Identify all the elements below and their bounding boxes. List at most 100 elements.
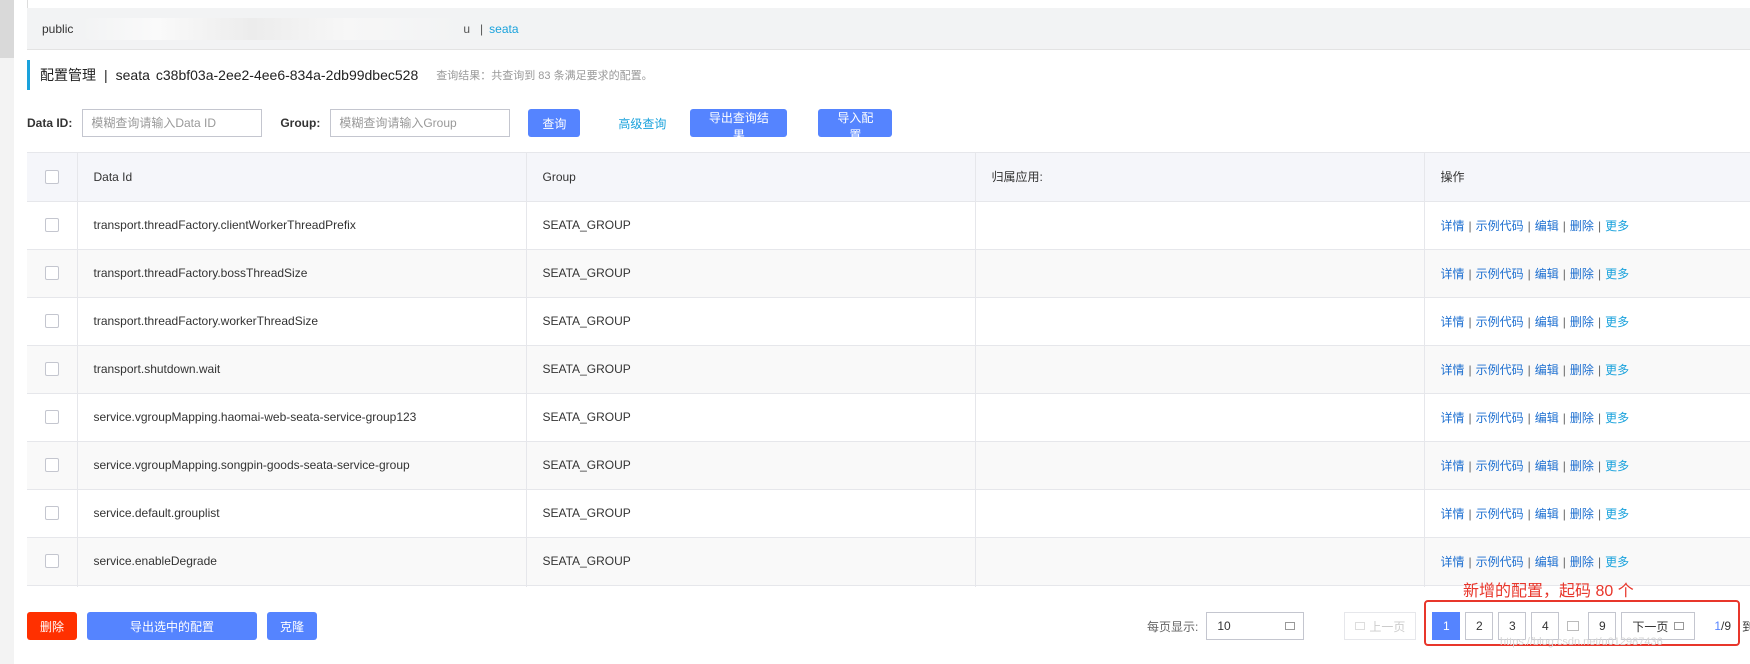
group-label: Group:	[280, 116, 321, 130]
detail-link[interactable]: 详情	[1441, 315, 1465, 329]
delete-selected-button[interactable]: 删除	[27, 612, 77, 640]
delete-link[interactable]: 删除	[1570, 363, 1594, 377]
sample-code-link[interactable]: 示例代码	[1476, 315, 1524, 329]
cell-group: SEATA_GROUP	[526, 441, 976, 490]
row-checkbox[interactable]	[44, 410, 59, 425]
namespace-bar: public u | seata	[27, 8, 1750, 50]
query-button[interactable]: 查询	[528, 109, 581, 137]
more-link[interactable]: 更多	[1605, 363, 1629, 377]
cell-data-id: transport.threadFactory.clientWorkerThre…	[77, 201, 527, 250]
sample-code-link[interactable]: 示例代码	[1476, 507, 1524, 521]
more-link[interactable]: 更多	[1605, 411, 1629, 425]
cell-data-id: service.vgroupMapping.haomai-web-seata-s…	[77, 393, 527, 442]
detail-link[interactable]: 详情	[1441, 219, 1465, 233]
row-checkbox[interactable]	[44, 314, 59, 329]
detail-link[interactable]: 详情	[1441, 267, 1465, 281]
table-row: transport.threadFactory.workerThreadSize…	[27, 297, 1750, 346]
delete-link[interactable]: 删除	[1570, 507, 1594, 521]
cell-ops: 详情 | 示例代码 | 编辑 | 删除 | 更多	[1424, 393, 1750, 442]
cell-ops: 详情 | 示例代码 | 编辑 | 删除 | 更多	[1424, 345, 1750, 394]
row-checkbox[interactable]	[44, 506, 59, 521]
detail-link[interactable]: 详情	[1441, 507, 1465, 521]
delete-link[interactable]: 删除	[1570, 315, 1594, 329]
edit-link[interactable]: 编辑	[1535, 267, 1559, 281]
delete-link[interactable]: 删除	[1570, 555, 1594, 569]
page-size-label: 每页显示:	[1147, 619, 1199, 634]
row-checkbox[interactable]	[44, 218, 59, 233]
namespace-seata[interactable]: seata	[489, 22, 518, 36]
import-config-button[interactable]: 导入配置	[818, 109, 893, 142]
table-header: Data Id Group 归属应用: 操作	[27, 153, 1750, 202]
cell-ops: 详情 | 示例代码 | 编辑 | 删除 | 更多	[1424, 201, 1750, 250]
prev-page-button[interactable]: 上一页	[1344, 612, 1417, 640]
page-size-value: 10	[1217, 619, 1231, 633]
title-namespace: seata	[115, 67, 150, 83]
detail-link[interactable]: 详情	[1441, 459, 1465, 473]
more-link[interactable]: 更多	[1605, 315, 1629, 329]
cell-app	[975, 249, 1425, 298]
row-checkbox[interactable]	[44, 362, 59, 377]
table-row: service.default.grouplist SEATA_GROUP 详情 | 示…	[27, 489, 1750, 538]
detail-link[interactable]: 详情	[1441, 555, 1465, 569]
column-header-app: 归属应用:	[975, 153, 1425, 202]
sample-code-link[interactable]: 示例代码	[1476, 555, 1524, 569]
obscured-namespace-suffix[interactable]: u	[463, 22, 470, 36]
delete-link[interactable]: 删除	[1570, 459, 1594, 473]
sample-code-link[interactable]: 示例代码	[1476, 363, 1524, 377]
clone-button[interactable]: 克隆	[267, 612, 317, 640]
bottom-actions: 删除 导出选中的配置 克隆	[27, 611, 317, 641]
delete-link[interactable]: 删除	[1570, 267, 1594, 281]
watermark: https://blog.csdn.net/u012987436	[1500, 636, 1663, 648]
cell-ops: 详情 | 示例代码 | 编辑 | 删除 | 更多	[1424, 249, 1750, 298]
column-header-data-id: Data Id	[77, 153, 527, 202]
top-edge-strip	[27, 0, 1750, 8]
edit-link[interactable]: 编辑	[1535, 507, 1559, 521]
detail-link[interactable]: 详情	[1441, 363, 1465, 377]
cell-ops: 详情 | 示例代码 | 编辑 | 删除 | 更多	[1424, 297, 1750, 346]
more-link[interactable]: 更多	[1605, 507, 1629, 521]
cell-app	[975, 441, 1425, 490]
detail-link[interactable]: 详情	[1441, 411, 1465, 425]
sample-code-link[interactable]: 示例代码	[1476, 459, 1524, 473]
edit-link[interactable]: 编辑	[1535, 363, 1559, 377]
page-size-select[interactable]: 10	[1206, 612, 1305, 640]
edit-link[interactable]: 编辑	[1535, 315, 1559, 329]
cell-group: SEATA_GROUP	[526, 489, 976, 538]
column-header-ops: 操作	[1424, 153, 1750, 202]
table-row: service.vgroupMapping.songpin-goods-seat…	[27, 441, 1750, 490]
namespace-public[interactable]: public	[42, 22, 73, 36]
table-row: transport.threadFactory.bossThreadSize SE…	[27, 249, 1750, 298]
row-checkbox[interactable]	[44, 458, 59, 473]
cell-group: SEATA_GROUP	[526, 537, 976, 586]
row-checkbox[interactable]	[44, 554, 59, 569]
cell-data-id: transport.threadFactory.bossThreadSize	[77, 249, 527, 298]
export-selected-button[interactable]: 导出选中的配置	[87, 612, 257, 640]
cell-data-id: service.default.grouplist	[77, 489, 527, 538]
delete-link[interactable]: 删除	[1570, 411, 1594, 425]
row-checkbox[interactable]	[44, 266, 59, 281]
cell-app	[975, 345, 1425, 394]
select-all-checkbox[interactable]	[44, 170, 59, 185]
select-arrow-icon	[1285, 622, 1296, 630]
more-link[interactable]: 更多	[1605, 267, 1629, 281]
cell-data-id: service.enableDegrade	[77, 537, 527, 586]
more-link[interactable]: 更多	[1605, 555, 1629, 569]
edit-link[interactable]: 编辑	[1535, 411, 1559, 425]
delete-link[interactable]: 删除	[1570, 219, 1594, 233]
export-query-button[interactable]: 导出查询结果	[690, 109, 788, 142]
cell-ops: 详情 | 示例代码 | 编辑 | 删除 | 更多	[1424, 441, 1750, 490]
sample-code-link[interactable]: 示例代码	[1476, 267, 1524, 281]
edit-link[interactable]: 编辑	[1535, 459, 1559, 473]
more-link[interactable]: 更多	[1605, 219, 1629, 233]
edit-link[interactable]: 编辑	[1535, 555, 1559, 569]
sample-code-link[interactable]: 示例代码	[1476, 411, 1524, 425]
sample-code-link[interactable]: 示例代码	[1476, 219, 1524, 233]
advanced-query-link[interactable]: 高级查询	[618, 115, 666, 132]
group-input[interactable]	[330, 109, 511, 137]
cell-group: SEATA_GROUP	[526, 249, 976, 298]
cell-app	[975, 201, 1425, 250]
search-row: Data ID: Group: 查询 高级查询 导出查询结果 导入配置	[27, 108, 893, 142]
data-id-input[interactable]	[82, 109, 263, 137]
more-link[interactable]: 更多	[1605, 459, 1629, 473]
edit-link[interactable]: 编辑	[1535, 219, 1559, 233]
